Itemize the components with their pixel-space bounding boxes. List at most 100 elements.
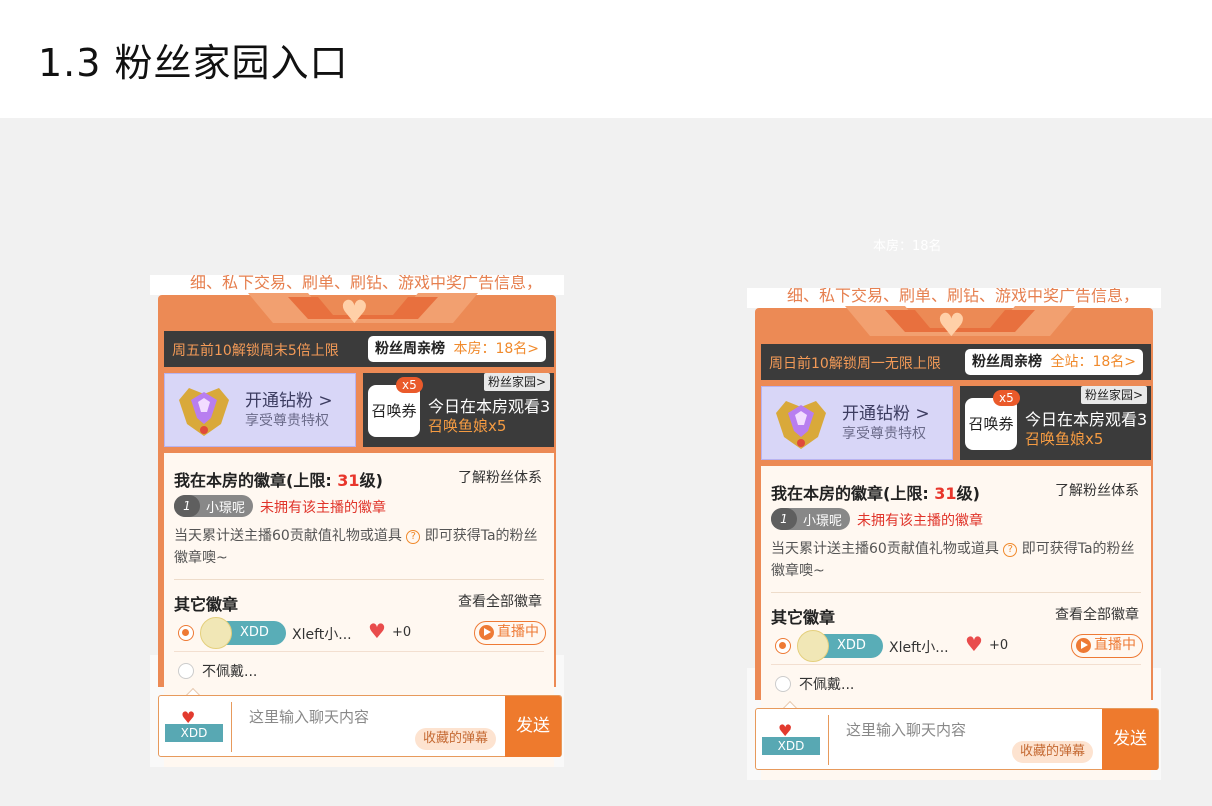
username: 小璟呢 [206,500,246,516]
fan-popup: ♥ 周日前10解锁周一无限上限 粉丝周亲榜 全站：18名> 开通钻粉 > 享受尊… [755,306,1153,780]
week-notice: 周日前10解锁周一无限上限 [769,356,941,372]
week-bar: 周日前10解锁周一无限上限 粉丝周亲榜 全站：18名> [761,344,1151,380]
heart-icon: ♥ [340,293,369,331]
fan-rank-button[interactable]: 粉丝周亲榜 全站：18名> [965,349,1143,375]
fan-popup: ♥ 周五前10解锁周末5倍上限 粉丝周亲榜 本房：18名> 开通钻粉 > 享受尊… [158,293,556,767]
intimacy-count: +0 [989,638,1009,653]
chat-input-bar: ♥ XDD 这里输入聊天内容 收藏的弹幕 发送 [158,695,562,757]
coupon-count-badge: x5 [396,377,423,393]
fan-home-panel-1: 细、私下交易、刷单、刷钻、游戏中奖广告信息， ♥ 周五前10解锁周末5倍上限 粉… [150,275,564,767]
no-wear-label: 不佩戴... [202,664,258,680]
row-divider [771,664,1141,665]
fan-badge-toggle[interactable]: ♥ XDD [165,708,223,742]
divider [174,579,544,580]
badge-limit: 31 [934,484,957,503]
badge-radio-unselected[interactable] [775,676,791,692]
no-badge-text: 未拥有该主播的徽章 [260,500,386,516]
my-badge-title: 我在本房的徽章(上限: 31级) [174,467,383,491]
diamond-fan-card[interactable]: 开通钻粉 > 享受尊贵特权 [761,386,953,460]
heart-icon: ♥ [937,306,966,344]
vip-subtitle: 享受尊贵特权 [245,413,329,429]
gift-badge-label: XDD [762,737,820,755]
intimacy-count: +0 [392,625,412,640]
view-all-badges-link[interactable]: 查看全部徽章 [1055,604,1139,624]
send-button[interactable]: 发送 [1102,709,1158,770]
favorite-danmaku-button[interactable]: 收藏的弹幕 [1012,741,1094,763]
diamond-crest-icon [776,401,826,449]
badge-row[interactable]: XDD Xleft小... ♥ +0 直播中 [771,630,1143,662]
user-level-chip: 1 小璟呢 [174,495,254,517]
rank-value: 本房：18名> [453,341,539,357]
fan-rank-button[interactable]: 粉丝周亲榜 本房：18名> [368,336,546,362]
summon-title: 今日在本房观看3 [1025,410,1148,429]
desc-text: 当天累计送主播60贡献值礼物或道具 [174,528,402,544]
level-number: 1 [771,508,797,530]
chat-input[interactable]: 这里输入聊天内容 [249,706,369,727]
rank-value: 全站：18名> [1050,354,1136,370]
badge-row[interactable]: XDD Xleft小... ♥ +0 直播中 [174,617,546,649]
badge-radio-unselected[interactable] [178,663,194,679]
coupon-count-badge: x5 [993,390,1020,406]
summon-subtitle: 召唤鱼娘x5 [428,417,507,435]
promo-cards: 开通钻粉 > 享受尊贵特权 粉丝家园> 召唤券 x5 今日在本房观看3 召唤鱼娘… [164,373,554,447]
badge-description: 当天累计送主播60贡献值礼物或道具 ? 即可获得Ta的粉丝徽章噢~ [771,538,1143,582]
help-icon[interactable]: ? [406,530,421,544]
header: 1.3 粉丝家园入口 [0,0,1212,118]
anchor-name: Xleft小... [889,640,949,656]
diamond-fan-card[interactable]: 开通钻粉 > 享受尊贵特权 [164,373,356,447]
fan-badge-name: XDD [240,625,269,640]
badge-radio-selected[interactable] [178,625,194,641]
view-all-badges-link[interactable]: 查看全部徽章 [458,591,542,611]
rank-label: 粉丝周亲榜 [972,354,1042,370]
anchor-name: Xleft小... [292,627,352,643]
fan-home-panel-2: 细、私下交易、刷单、刷钻、游戏中奖广告信息， ♥ 周日前10解锁周一无限上限 粉… [747,288,1161,780]
other-badges-title: 其它徽章 [174,595,239,614]
help-icon[interactable]: ? [1003,543,1018,557]
fan-badge: XDD [797,630,883,662]
live-button[interactable]: 直播中 [474,621,546,645]
week-bar: 周五前10解锁周末5倍上限 粉丝周亲榜 本房：18名> [164,331,554,367]
user-level-chip: 1 小璟呢 [771,508,851,530]
fan-home-link[interactable]: 粉丝家园> [1080,386,1147,404]
learn-fan-system-link[interactable]: 了解粉丝体系 [1055,480,1139,500]
learn-fan-system-link[interactable]: 了解粉丝体系 [458,467,542,487]
gift-badge-label: XDD [165,724,223,742]
no-wear-row[interactable]: 不佩戴... [771,670,1143,698]
badge-limit: 31 [337,471,360,490]
live-button[interactable]: 直播中 [1071,634,1143,658]
live-label: 直播中 [1094,637,1136,653]
badge-title-prefix: 我在本房的徽章(上限: [771,484,935,503]
promo-cards: 开通钻粉 > 享受尊贵特权 粉丝家园> 召唤券 x5 今日在本房观看3 召唤鱼娘… [761,386,1151,460]
divider [771,592,1141,593]
username: 小璟呢 [803,513,843,529]
badge-title-suffix: 级) [359,471,383,490]
badge-radio-selected[interactable] [775,638,791,654]
fan-badge-name: XDD [837,638,866,653]
summon-card[interactable]: 粉丝家园> 召唤券 x5 今日在本房观看3 召唤鱼娘x5 [960,386,1151,460]
fan-home-link[interactable]: 粉丝家园> [483,373,550,391]
play-icon [1076,638,1091,653]
no-wear-row[interactable]: 不佩戴... [174,657,546,685]
live-label: 直播中 [497,624,539,640]
diamond-crest-icon [179,388,229,436]
chat-input[interactable]: 这里输入聊天内容 [846,719,966,740]
ghost-rank-text: 本房：18名 [873,239,942,254]
chat-input-bar: ♥ XDD 这里输入聊天内容 收藏的弹幕 发送 [755,708,1159,770]
separator [231,702,232,752]
vip-title: 开通钻粉 > [842,404,930,424]
other-badges-title: 其它徽章 [771,608,836,627]
vip-subtitle: 享受尊贵特权 [842,426,926,442]
separator [828,715,829,765]
level-number: 1 [174,495,200,517]
play-icon [479,625,494,640]
favorite-danmaku-button[interactable]: 收藏的弹幕 [415,728,497,750]
no-badge-text: 未拥有该主播的徽章 [857,513,983,529]
send-button[interactable]: 发送 [505,696,561,757]
summon-card[interactable]: 粉丝家园> 召唤券 x5 今日在本房观看3 召唤鱼娘x5 [363,373,554,447]
badge-title-suffix: 级) [956,484,980,503]
row-divider [174,651,544,652]
fan-badge: XDD [200,617,286,649]
fan-badge-toggle[interactable]: ♥ XDD [762,721,820,755]
badge-title-prefix: 我在本房的徽章(上限: [174,471,338,490]
vip-title: 开通钻粉 > [245,391,333,411]
